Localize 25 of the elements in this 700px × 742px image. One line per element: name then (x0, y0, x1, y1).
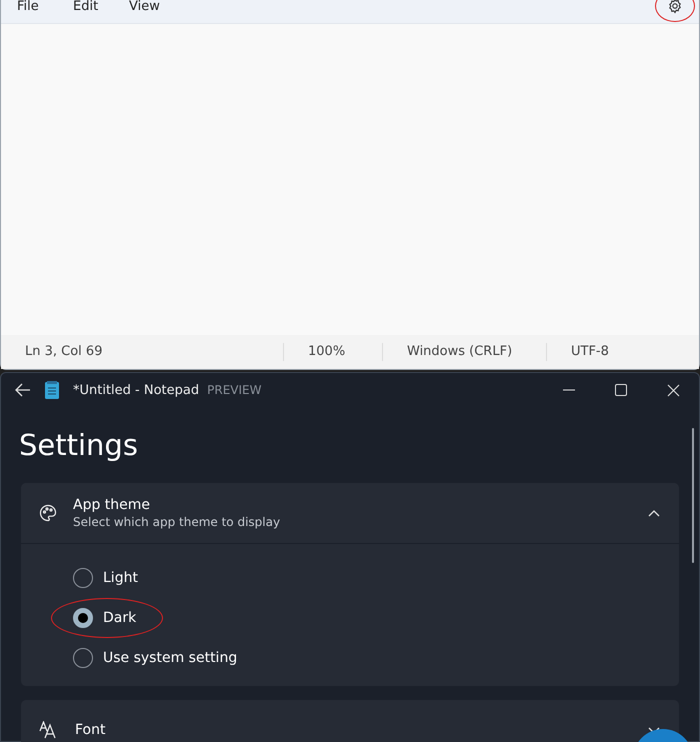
section-title: App theme (73, 497, 152, 513)
scrollbar[interactable] (692, 428, 694, 563)
maximize-icon (615, 384, 627, 396)
window-title: *Untitled - Notepad (73, 382, 200, 398)
minimize-icon (563, 389, 575, 391)
back-icon[interactable] (15, 383, 31, 397)
status-text: Windows (CRLF) (382, 343, 546, 361)
section-subtitle: Select which app theme to display (73, 515, 280, 529)
page-heading: Settings (19, 427, 139, 463)
radio-button[interactable] (73, 648, 93, 668)
settings-icon[interactable] (667, 0, 683, 14)
preview-label: PREVIEW (207, 383, 262, 397)
status-text: 100% (283, 343, 382, 361)
palette-icon (39, 504, 57, 522)
status-text: Ln 3, Col 69 (24, 343, 104, 361)
radio-option[interactable]: Dark (73, 599, 136, 637)
section-title: Font (75, 722, 106, 738)
close-icon (666, 384, 680, 396)
radio-button[interactable] (73, 568, 93, 588)
radio-option[interactable]: Light (73, 559, 138, 597)
status-text: UTF-8 (546, 343, 633, 361)
notepad-icon (45, 381, 59, 399)
radio-button[interactable] (73, 608, 93, 628)
radio-option[interactable]: Use system setting (73, 639, 238, 677)
chevron-icon (647, 508, 661, 518)
